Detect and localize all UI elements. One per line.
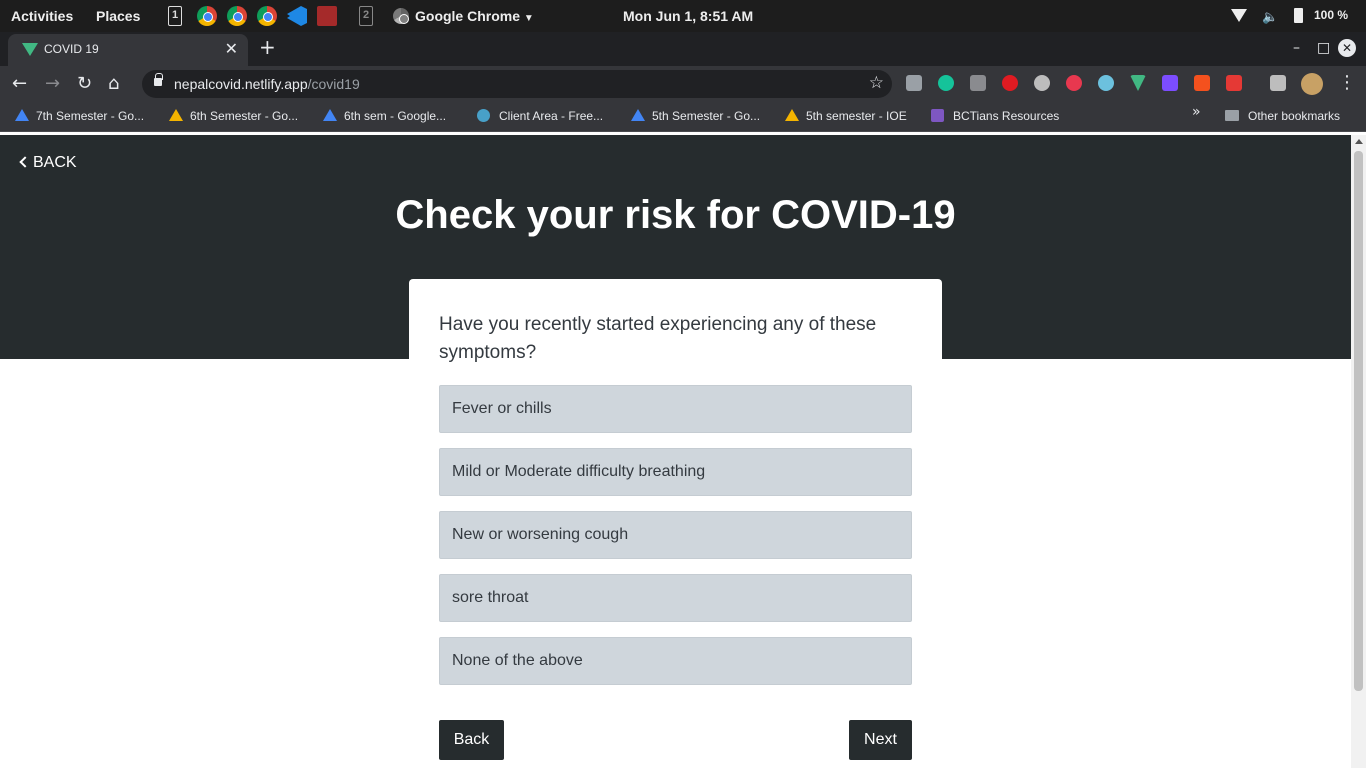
bookmark-item[interactable]: 5th semester - IOE [785, 109, 907, 123]
window-close-icon[interactable]: ✕ [1338, 39, 1356, 57]
back-link[interactable]: BACK [19, 154, 77, 172]
option-sore-throat[interactable]: sore throat [439, 574, 912, 622]
text-editor-icon[interactable] [317, 6, 337, 26]
scroll-up-icon[interactable] [1355, 139, 1363, 144]
folder-icon [1225, 110, 1239, 121]
page-content: BACK Check your risk for COVID-19 Have y… [0, 135, 1351, 768]
react-devtools-icon[interactable] [1098, 75, 1114, 91]
m-extension-icon[interactable] [1226, 75, 1242, 91]
google-drive-icon [785, 109, 799, 121]
lock-icon[interactable] [154, 73, 163, 86]
bookmark-item[interactable]: 6th sem - Google... [323, 109, 446, 123]
page-title: Check your risk for COVID-19 [395, 193, 956, 237]
google-drive-icon [169, 109, 183, 121]
bookmark-label: 6th sem - Google... [344, 109, 447, 123]
chrome-icon[interactable] [197, 6, 217, 26]
bookmark-label: 7th Semester - Go... [36, 109, 145, 123]
chrome-app-icon [393, 8, 409, 24]
bookmark-label: 5th Semester - Go... [652, 109, 761, 123]
option-cough[interactable]: New or worsening cough [439, 511, 912, 559]
bookmark-label: BCTians Resources [953, 109, 1060, 123]
globe-icon [477, 109, 490, 122]
bookmark-item[interactable]: 5th Semester - Go... [631, 109, 760, 123]
reload-icon[interactable]: ↻ [77, 72, 92, 96]
volume-icon[interactable]: 🔈 [1262, 9, 1278, 25]
app-name: Google Chrome [415, 8, 521, 24]
speed-extension-icon[interactable] [1034, 75, 1050, 91]
chrome-icon[interactable] [227, 6, 247, 26]
more-options-icon[interactable]: ⋮ [1338, 72, 1356, 94]
media-control-icon[interactable] [1270, 75, 1286, 91]
scrollbar-thumb[interactable] [1354, 151, 1363, 691]
address-bar[interactable]: nepalcovid.netlify.app/covid19 ☆ [142, 70, 892, 98]
battery-percentage: 100 % [1314, 8, 1349, 22]
facebook-extension-icon[interactable] [970, 75, 986, 91]
home-icon[interactable]: ⌂ [108, 72, 119, 96]
bookmark-label: 5th semester - IOE [806, 109, 907, 123]
wifi-icon[interactable] [1231, 9, 1247, 22]
bookmarks-overflow-icon[interactable]: » [1192, 104, 1201, 120]
activities-button[interactable]: Activities [11, 0, 73, 32]
stop-hand-extension-icon[interactable] [1002, 75, 1018, 91]
option-breathing[interactable]: Mild or Moderate difficulty breathing [439, 448, 912, 496]
clock[interactable]: Mon Jun 1, 8:51 AM [623, 0, 753, 32]
vscode-icon[interactable] [287, 6, 307, 26]
other-bookmarks[interactable]: Other bookmarks [1225, 109, 1340, 123]
tab-covid19[interactable]: COVID 19 ✕ [8, 34, 248, 66]
maximize-icon[interactable]: □ [1317, 40, 1330, 56]
bookmark-item[interactable]: 6th Semester - Go... [169, 109, 298, 123]
back-button[interactable]: Back [439, 720, 504, 760]
url-text[interactable]: nepalcovid.netlify.app/covid19 [174, 76, 360, 92]
google-drive-icon [323, 109, 337, 121]
places-menu[interactable]: Places [96, 0, 140, 32]
workspace-2-indicator[interactable]: 2 [359, 6, 373, 26]
bookmark-item[interactable]: Client Area - Free... [477, 109, 603, 123]
tab-title: COVID 19 [44, 42, 99, 56]
pen-extension-icon[interactable] [1162, 75, 1178, 91]
bookmarks-bar: 7th Semester - Go... 6th Semester - Go..… [0, 102, 1366, 132]
system-top-bar: Activities Places 1 2 Google Chrome ▼ Mo… [0, 0, 1366, 32]
url-path: /covid19 [307, 76, 360, 92]
page-scrollbar[interactable] [1351, 135, 1366, 768]
bookmark-label: 6th Semester - Go... [190, 109, 299, 123]
new-tab-button[interactable]: + [259, 35, 276, 59]
bookmark-star-icon[interactable]: ☆ [869, 73, 884, 93]
chrome-icon[interactable] [257, 6, 277, 26]
next-button[interactable]: Next [849, 720, 912, 760]
other-bookmarks-label: Other bookmarks [1248, 109, 1341, 123]
notification-extension-icon[interactable] [1194, 75, 1210, 91]
back-link-label: BACK [33, 154, 77, 171]
question-text: Have you recently started experiencing a… [439, 314, 877, 363]
bookmark-item[interactable]: 7th Semester - Go... [15, 109, 144, 123]
app-menu[interactable]: Google Chrome ▼ [415, 0, 534, 32]
back-arrow-icon[interactable]: ← [12, 72, 27, 96]
bctians-icon [931, 109, 944, 122]
tab-strip: COVID 19 ✕ [0, 32, 1366, 66]
url-host: nepalcovid.netlify.app [174, 76, 308, 92]
questionnaire-card: Have you recently started experiencing a… [409, 279, 942, 768]
minimize-icon[interactable]: – [1293, 40, 1300, 56]
close-tab-icon[interactable]: ✕ [225, 40, 238, 58]
vue-favicon-icon [22, 43, 38, 56]
google-drive-icon [15, 109, 29, 121]
grammarly-extension-icon[interactable] [938, 75, 954, 91]
option-fever[interactable]: Fever or chills [439, 385, 912, 433]
google-drive-icon [631, 109, 645, 121]
option-none[interactable]: None of the above [439, 637, 912, 685]
bookmark-label: Client Area - Free... [499, 109, 604, 123]
profile-avatar[interactable] [1301, 73, 1323, 95]
hexagon-extension-icon[interactable] [1066, 75, 1082, 91]
camera-extension-icon[interactable] [906, 75, 922, 91]
battery-icon[interactable] [1294, 8, 1303, 23]
chevron-down-icon: ▼ [523, 13, 534, 24]
chevron-left-icon [19, 156, 31, 168]
bookmark-item[interactable]: BCTians Resources [931, 109, 1059, 123]
workspace-1-indicator[interactable]: 1 [168, 6, 182, 26]
forward-arrow-icon[interactable]: → [45, 72, 60, 96]
